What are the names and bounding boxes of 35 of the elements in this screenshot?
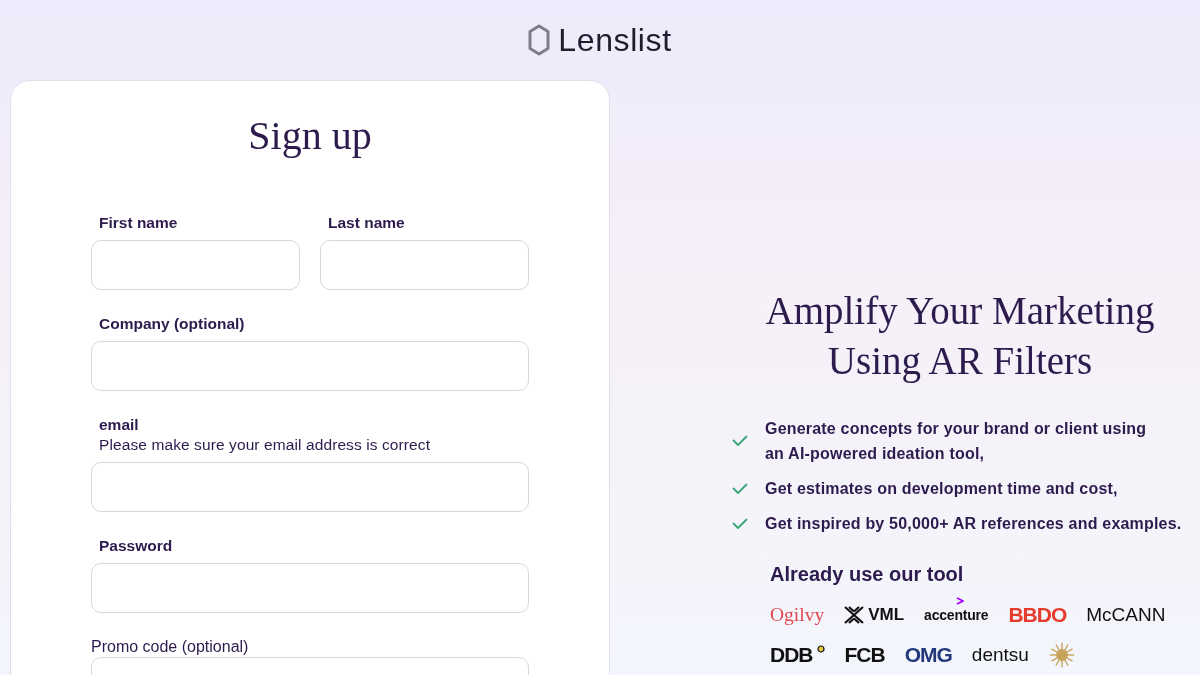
client-logo: VML [868, 604, 905, 626]
input-field[interactable] [91, 462, 529, 512]
benefit-text: Get estimates on development time and cost, [765, 479, 1118, 499]
brand-name: Lenslist [558, 21, 672, 59]
client-logo: FCB [844, 642, 885, 668]
input-field[interactable] [91, 341, 529, 391]
client-logo: BBDO [1008, 602, 1067, 628]
field-label: email [99, 415, 139, 435]
hexagon-logo-icon [528, 24, 551, 56]
field-hint: Please make sure your email address is correct [99, 435, 431, 455]
client-logo: DDB [770, 642, 813, 668]
field-label: Last name [328, 213, 405, 233]
field-label: Password [99, 536, 173, 556]
field-label: First name [99, 213, 178, 233]
input-field[interactable] [91, 240, 300, 290]
check-icon [732, 482, 748, 495]
check-icon [732, 435, 748, 447]
client-logo: OMG [904, 642, 952, 668]
client-logo: accenture [924, 607, 989, 623]
benefit-text: Get inspired by 50,000+ AR references and examples. [765, 514, 1182, 534]
dot-icon [816, 645, 825, 653]
field-label: Company (optional) [99, 314, 245, 334]
client-logo: McCANN [1086, 603, 1166, 627]
crossed-lines-icon [844, 606, 865, 624]
client-logo: Ogilvy [770, 603, 825, 627]
chevron-icon [956, 597, 965, 605]
form-title: Sign up [247, 112, 373, 160]
check-icon [732, 517, 748, 530]
clients-title: Already use our tool [770, 562, 965, 586]
input-field[interactable] [320, 240, 529, 290]
input-field[interactable] [91, 563, 529, 613]
promo-heading: Amplify Your Marketing Using AR Filters [764, 288, 1156, 385]
benefit-text: Generate concepts for your brand or client using an AI-powered ideation tool, [765, 419, 1147, 464]
client-logo: dentsu [971, 643, 1029, 667]
field-label: Promo code (optional) [91, 637, 249, 657]
